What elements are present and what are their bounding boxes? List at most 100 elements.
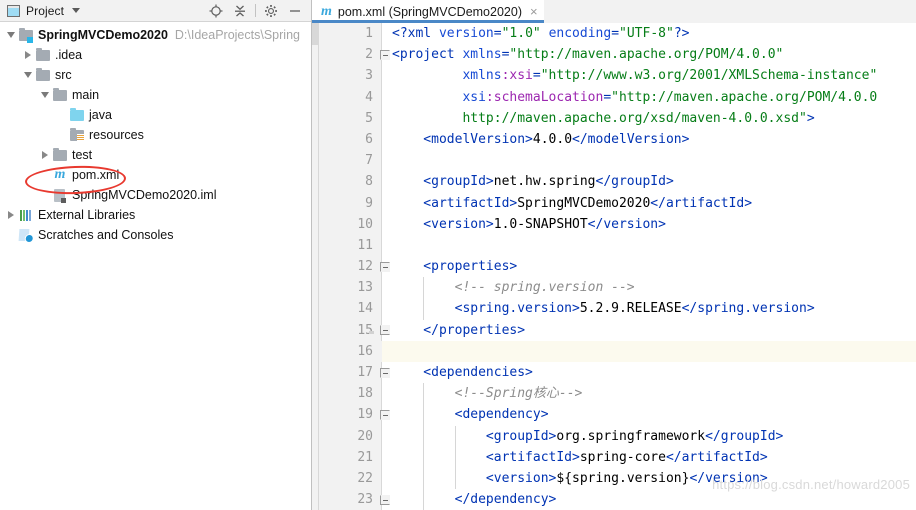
code-token: </version> (587, 216, 666, 232)
tree-item-scratches-and-consoles[interactable]: Scratches and Consoles (0, 225, 311, 245)
code-token: version (438, 26, 494, 41)
code-token: > (806, 110, 815, 126)
collapse-all-icon[interactable] (228, 1, 252, 21)
code-line[interactable]: </dependency> (382, 489, 916, 510)
code-token: </artifactId> (650, 195, 753, 211)
project-title-group[interactable]: Project (7, 4, 81, 18)
code-line[interactable]: <?xml version="1.0" encoding="UTF-8"?> (382, 23, 916, 44)
tree-item-label: src (55, 68, 72, 82)
code-line[interactable]: <properties> (382, 256, 916, 277)
folder-icon (52, 147, 68, 163)
code-token: <version> (392, 470, 557, 486)
code-line[interactable] (382, 150, 916, 171)
chevron-down-icon[interactable] (72, 8, 81, 13)
project-tree[interactable]: SpringMVCDemo2020 D:\IdeaProjects\Spring.… (0, 22, 311, 245)
chevron-down-icon[interactable] (38, 85, 52, 105)
code-token: </groupId> (595, 174, 674, 190)
code-token: <!--Spring核心--> (392, 386, 583, 402)
tree-item-label: .idea (55, 48, 83, 62)
tree-item-label: pom.xml (72, 168, 120, 182)
code-token: xmlns (462, 47, 502, 63)
tree-item-java[interactable]: java (0, 105, 311, 125)
intention-bulb-icon[interactable] (367, 323, 376, 334)
tree-item-pom-xml[interactable]: m pom.xml (0, 165, 311, 185)
code-line[interactable]: xsi:schemaLocation="http://maven.apache.… (382, 87, 916, 108)
code-token: xsi (392, 89, 486, 105)
editor-tabbar: m pom.xml (SpringMVCDemo2020) × (312, 0, 916, 23)
gear-icon[interactable] (259, 1, 283, 21)
tab-pom-xml[interactable]: m pom.xml (SpringMVCDemo2020) × (312, 0, 544, 23)
tree-item-springmvcdemo2020-iml[interactable]: SpringMVCDemo2020.iml (0, 185, 311, 205)
code-token: = (611, 26, 620, 41)
code-line[interactable]: <!-- spring.version --> (382, 277, 916, 298)
line-number: 14 (357, 301, 373, 317)
code-line[interactable]: <groupId>net.hw.spring</groupId> (382, 171, 916, 192)
line-number: 2 (319, 44, 390, 65)
code-line[interactable]: </properties> (382, 320, 916, 341)
code-token: </artifactId> (665, 449, 768, 465)
code-token: :xsi (501, 68, 533, 84)
line-number: 10 (357, 216, 373, 232)
code-line[interactable]: <artifactId>spring-core</artifactId> (382, 447, 916, 468)
tree-item-label: External Libraries (38, 208, 136, 222)
tree-item-src[interactable]: src (0, 65, 311, 85)
tree-item-label: Scratches and Consoles (38, 228, 174, 242)
tree-item-path: D:\IdeaProjects\Spring (174, 28, 300, 42)
chevron-right-icon[interactable] (21, 45, 35, 65)
code-text[interactable]: <?xml version="1.0" encoding="UTF-8"?> <p… (382, 23, 916, 510)
resources-folder-icon (69, 127, 85, 143)
code-token: xmlns (392, 68, 502, 84)
code-line[interactable]: <dependencies> (382, 362, 916, 383)
chevron-down-icon[interactable] (21, 65, 35, 85)
code-line[interactable]: <dependency> (382, 404, 916, 425)
code-line[interactable] (382, 235, 916, 256)
code-token: "http://maven.apache.org/POM/4.0.0" (509, 47, 784, 63)
locate-icon[interactable] (204, 1, 228, 21)
chevron-down-icon[interactable] (4, 25, 18, 45)
code-line[interactable]: <project xmlns="http://maven.apache.org/… (382, 44, 916, 65)
code-token: 4.0.0 (532, 131, 573, 147)
code-line[interactable]: <artifactId>SpringMVCDemo2020</artifactI… (382, 193, 916, 214)
code-token: net.hw.spring (493, 174, 596, 190)
tree-item-main[interactable]: main (0, 85, 311, 105)
editor-gutter[interactable]: 1 2 3 4 5 6 7 8 9 10 11 12 13 14 15 16 17 18 19 20 21 22 23 (319, 23, 390, 510)
code-token: <artifactId> (392, 449, 580, 465)
editor-area: m pom.xml (SpringMVCDemo2020) × 12345678… (312, 0, 916, 510)
line-number: 18 (357, 386, 373, 402)
line-number: 6 (365, 131, 373, 147)
line-number: 20 (357, 428, 373, 444)
code-token: <?xml (392, 26, 439, 41)
code-line[interactable]: <modelVersion>4.0.0</modelVersion> (382, 129, 916, 150)
tree-item-external-libraries[interactable]: External Libraries (0, 205, 311, 225)
line-number: 12 (319, 256, 390, 277)
tree-item-springmvcdemo2020[interactable]: SpringMVCDemo2020 D:\IdeaProjects\Spring (0, 25, 311, 45)
code-line[interactable]: http://maven.apache.org/xsd/maven-4.0.0.… (382, 108, 916, 129)
minimize-icon[interactable] (283, 1, 307, 21)
code-line[interactable] (382, 340, 916, 362)
tree-item-test[interactable]: test (0, 145, 311, 165)
libraries-icon (18, 207, 34, 223)
tree-item-idea[interactable]: .idea (0, 45, 311, 65)
close-icon[interactable]: × (530, 5, 538, 18)
code-token: </properties> (392, 322, 526, 338)
idea-window: Project SpringMVCDemo2020 D:\IdeaProject… (0, 0, 916, 510)
code-line[interactable]: <version>1.0-SNAPSHOT</version> (382, 214, 916, 235)
code-line[interactable]: xmlns:xsi="http://www.w3.org/2001/XMLSch… (382, 65, 916, 86)
code-line[interactable]: <groupId>org.springframework</groupId> (382, 426, 916, 447)
tree-item-label: SpringMVCDemo2020 (38, 28, 168, 42)
folder-icon (35, 47, 51, 63)
chevron-right-icon[interactable] (38, 145, 52, 165)
code-line[interactable]: <!--Spring核心--> (382, 383, 916, 404)
code-line[interactable]: <spring.version>5.2.9.RELEASE</spring.ve… (382, 298, 916, 319)
code-line[interactable]: <version>${spring.version}</version> (382, 468, 916, 489)
chevron-right-icon[interactable] (4, 205, 18, 225)
iml-file-icon (52, 187, 68, 203)
code-token: = (603, 89, 612, 105)
line-number: 7 (365, 153, 373, 169)
tree-item-resources[interactable]: resources (0, 125, 311, 145)
tree-item-label: SpringMVCDemo2020.iml (72, 188, 217, 202)
